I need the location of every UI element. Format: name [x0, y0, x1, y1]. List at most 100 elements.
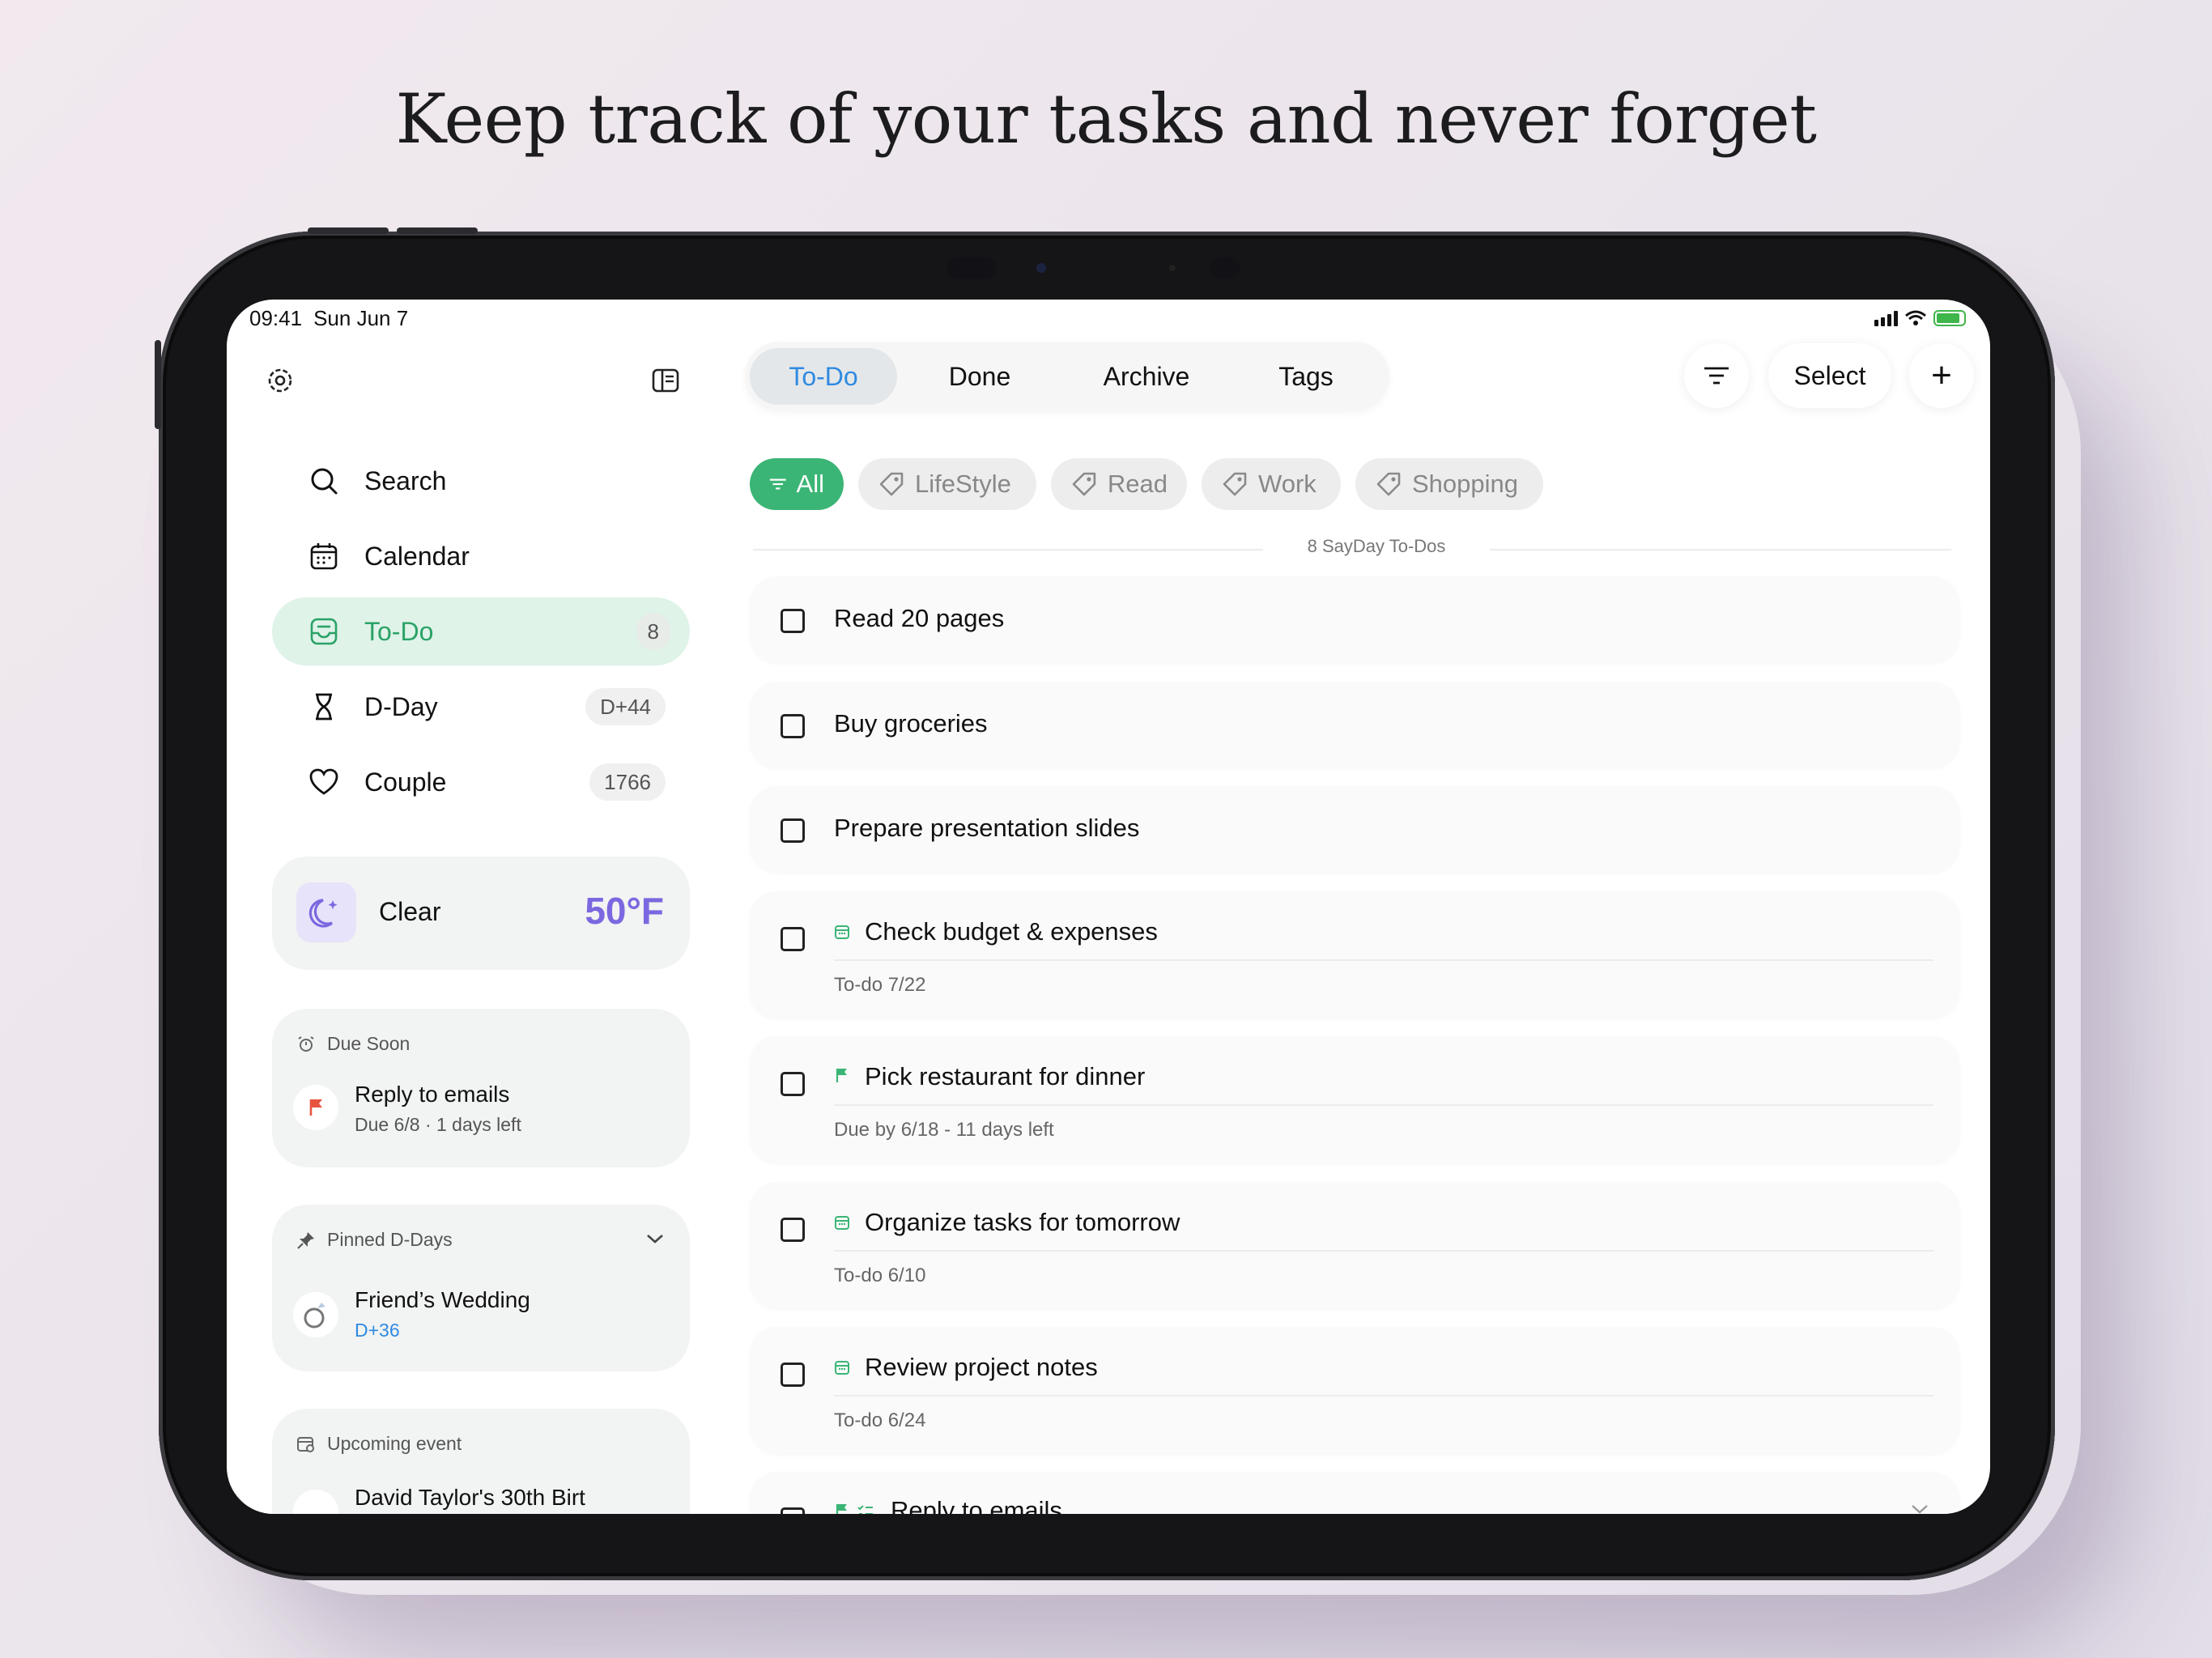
status-time: 09:41 [249, 306, 303, 330]
todo-checkbox[interactable] [781, 1072, 805, 1096]
wifi-icon [1905, 310, 1926, 325]
select-button[interactable]: Select [1768, 343, 1891, 408]
upcoming-event-card[interactable]: Upcoming event David Taylor's 30th Birt [272, 1409, 690, 1514]
sidebar-toggle-icon[interactable] [649, 364, 682, 397]
flag-icon [836, 1504, 847, 1514]
tab-todo[interactable]: To-Do [750, 348, 897, 405]
couple-days-badge: 1766 [589, 763, 666, 801]
todo-divider [834, 959, 1933, 961]
gear-icon[interactable] [264, 364, 296, 397]
filter-chip-lifestyle[interactable]: LifeStyle [858, 458, 1036, 510]
todo-item[interactable]: Organize tasks for tomorrow To-do 6/10 [750, 1182, 1959, 1308]
sidebar-item-label: Couple [364, 767, 447, 797]
todo-title: Check budget & expenses [865, 917, 1158, 946]
power-button [155, 340, 161, 429]
inbox-icon [310, 618, 338, 645]
camera-lens [1036, 263, 1046, 273]
status-date: Sun Jun 7 [313, 306, 409, 330]
sidebar-item-todo[interactable]: To-Do 8 [272, 597, 690, 665]
todo-item[interactable]: Check budget & expenses To-do 7/22 [750, 891, 1959, 1018]
todo-meta: To-do 7/22 [834, 974, 926, 996]
todo-item[interactable]: Prepare presentation slides [750, 786, 1959, 872]
status-bar: 09:41 Sun Jun 7 [249, 306, 408, 331]
weather-card[interactable]: Clear 50°F [272, 857, 690, 970]
weather-condition: Clear [379, 897, 441, 926]
filter-chip-shopping[interactable]: Shopping [1355, 458, 1543, 510]
filter-chip-all[interactable]: All [750, 458, 844, 510]
alarm-icon [298, 1035, 314, 1052]
sidebar-item-couple[interactable]: Couple 1766 [272, 748, 690, 816]
todo-item[interactable]: Read 20 pages [750, 576, 1959, 662]
weather-temperature: 50°F [585, 890, 664, 932]
todo-divider [834, 1250, 1933, 1252]
todo-title: Read 20 pages [834, 604, 1005, 632]
search-icon [311, 468, 338, 495]
ring-icon [293, 1292, 338, 1337]
todo-checkbox[interactable] [781, 818, 805, 843]
sidebar-item-label: D-Day [364, 691, 438, 721]
tab-tags[interactable]: Tags [1240, 348, 1372, 405]
todo-title: Reply to emails [891, 1496, 1062, 1514]
pinned-ddays-card[interactable]: Pinned D-Days Friend’s Wedding D+36 [272, 1205, 690, 1371]
due-soon-subtitle: Due 6/8 · 1 days left [355, 1114, 521, 1135]
todo-checkbox[interactable] [781, 1218, 805, 1242]
todo-title: Organize tasks for tomorrow [865, 1208, 1180, 1236]
filter-chip-work[interactable]: Work [1202, 458, 1341, 510]
todo-meta: To-do 6/10 [834, 1265, 926, 1286]
chevron-down-icon[interactable] [1909, 1501, 1930, 1514]
todo-checkbox[interactable] [781, 609, 805, 633]
todo-checkbox[interactable] [781, 927, 805, 951]
todo-checkbox[interactable] [781, 1363, 805, 1387]
dday-badge: D+44 [585, 688, 666, 725]
sensor-housing [1210, 257, 1240, 278]
moon-stars-icon [296, 882, 356, 942]
tab-archive[interactable]: Archive [1066, 348, 1227, 405]
filter-icon [1704, 367, 1729, 385]
sidebar-item-label: Calendar [364, 541, 470, 571]
sidebar-item-dday[interactable]: D-Day D+44 [272, 673, 690, 741]
todo-divider [834, 1104, 1933, 1106]
signal-icon [1874, 310, 1898, 326]
sidebar-item-label: Search [364, 466, 447, 495]
todo-item[interactable]: Reply to emails [750, 1472, 1959, 1514]
due-soon-card[interactable]: Due Soon Reply to emails Due 6/8 · 1 day… [272, 1009, 690, 1167]
battery-icon [1933, 310, 1966, 326]
checklist-icon [857, 1505, 873, 1514]
section-label: 8 SayDay To-Dos [1263, 536, 1490, 557]
hourglass-icon [316, 693, 332, 721]
tag-icon [879, 472, 904, 496]
todo-item[interactable]: Review project notes To-do 6/24 [750, 1327, 1959, 1453]
add-button[interactable]: + [1909, 343, 1974, 408]
volume-button [397, 227, 478, 234]
filter-icon [769, 478, 786, 490]
chevron-down-icon[interactable] [644, 1231, 666, 1247]
todo-divider [834, 1395, 1933, 1397]
due-soon-title: Reply to emails [355, 1082, 510, 1107]
tab-done[interactable]: Done [907, 348, 1053, 405]
filter-chip-read[interactable]: Read [1051, 458, 1187, 510]
calendar-icon [310, 543, 338, 570]
tag-icon [1072, 472, 1096, 496]
todo-item[interactable]: Pick restaurant for dinner Due by 6/18 -… [750, 1036, 1959, 1163]
pinned-dday: D+36 [355, 1320, 400, 1341]
todo-checkbox[interactable] [781, 714, 805, 738]
tag-icon [1376, 472, 1401, 496]
headline: Keep track of your tasks and never forge… [395, 79, 1817, 159]
status-indicators [1874, 309, 1966, 327]
sidebar-item-search[interactable]: Search [272, 447, 690, 515]
todo-item[interactable]: Buy groceries [750, 682, 1959, 767]
due-soon-heading: Due Soon [296, 1033, 410, 1055]
flag-icon [836, 1069, 847, 1082]
filter-button[interactable] [1684, 343, 1749, 408]
todo-checkbox[interactable] [781, 1507, 805, 1514]
count-badge: 8 [636, 613, 670, 650]
sidebar-item-calendar[interactable]: Calendar [272, 522, 690, 590]
calendar-icon [835, 1216, 849, 1230]
camera-housing [947, 257, 996, 278]
tab-bar: To-Do Done Archive Tags [745, 342, 1389, 411]
todo-meta: Due by 6/18 - 11 days left [834, 1119, 1054, 1141]
sidebar: Search Calendar To-Do 8 D-Day D+44 Coupl… [241, 342, 719, 1514]
event-icon [293, 1490, 338, 1514]
todo-title: Pick restaurant for dinner [865, 1062, 1146, 1090]
calendar-icon [835, 925, 849, 939]
